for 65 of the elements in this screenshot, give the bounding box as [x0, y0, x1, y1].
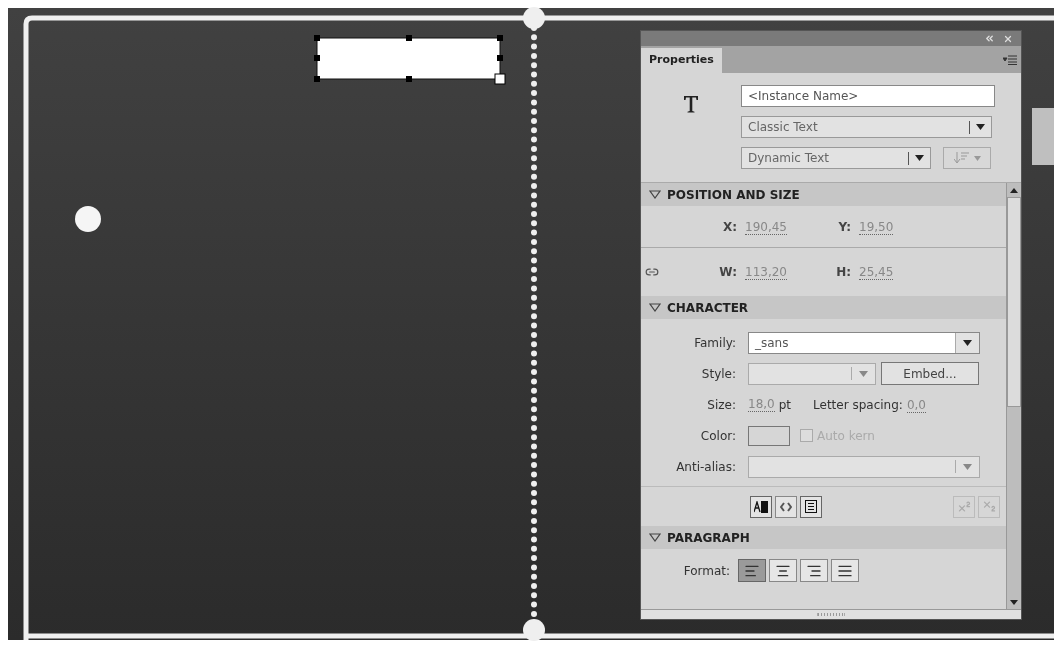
h-value[interactable]: 25,45 — [859, 265, 894, 280]
size-label: Size: — [706, 396, 736, 414]
section-title: POSITION AND SIZE — [667, 186, 800, 204]
section-title: PARAGRAPH — [667, 529, 750, 547]
collapse-triangle-icon[interactable] — [649, 533, 661, 542]
family-dropdown[interactable]: _sans — [748, 331, 980, 354]
border-button[interactable] — [800, 495, 822, 518]
y-value[interactable]: 19,50 — [859, 219, 894, 235]
align-button[interactable] — [831, 559, 859, 582]
caret-icon — [963, 463, 972, 470]
letter-spacing-value[interactable]: 0,0 — [906, 397, 926, 413]
collapse-triangle-icon[interactable] — [649, 190, 661, 199]
html-render-button[interactable] — [775, 495, 797, 518]
close-icon[interactable] — [1003, 33, 1013, 44]
align-button[interactable] — [800, 559, 828, 582]
scrollbar-thumb[interactable] — [1007, 197, 1021, 407]
w-label: W: — [718, 264, 737, 281]
size-value[interactable]: 18,0 — [748, 397, 775, 412]
text-engine-dropdown[interactable]: Classic Text — [741, 116, 992, 138]
format-label: Format: — [682, 562, 730, 580]
anti-alias-label: Anti-alias: — [675, 458, 736, 476]
family-label: Family: — [693, 334, 736, 352]
section-header[interactable]: PARAGRAPH — [641, 526, 1006, 549]
align-button[interactable] — [738, 559, 766, 582]
caret-icon — [859, 370, 868, 377]
scrollbar[interactable] — [1006, 183, 1021, 609]
color-label: Color: — [699, 427, 736, 445]
style-label: Style: — [700, 365, 736, 383]
superscript-icon — [956, 499, 972, 514]
collapse-panel-icon[interactable] — [984, 33, 995, 44]
scroll-down-icon[interactable] — [1010, 599, 1018, 605]
w-value[interactable]: 113,20 — [745, 265, 787, 280]
angle-brackets-icon — [780, 501, 792, 512]
selected-text-box[interactable] — [314, 35, 506, 85]
size-unit: pt — [778, 396, 792, 414]
h-label: H: — [835, 264, 851, 281]
subscript-icon — [981, 499, 997, 514]
section-header[interactable]: CHARACTER — [641, 296, 1006, 319]
panel-menu-icon[interactable] — [1003, 55, 1017, 65]
selectable-text-button[interactable] — [750, 495, 772, 518]
section-title: CHARACTER — [667, 299, 749, 317]
instance-name-field[interactable]: <Instance Name> — [741, 85, 995, 107]
caret-icon — [915, 155, 924, 161]
circle-shape — [75, 206, 101, 232]
color-swatch[interactable] — [748, 425, 790, 446]
resize-grip[interactable] — [641, 609, 1021, 619]
selectable-text-icon — [754, 500, 768, 513]
chain-link-icon[interactable] — [645, 265, 659, 279]
text-orientation-icon — [953, 152, 970, 164]
embed-button[interactable]: Embed... — [881, 362, 979, 385]
section-header[interactable]: POSITION AND SIZE — [641, 183, 1006, 206]
letter-spacing-label: Letter spacing: — [813, 396, 903, 414]
scroll-up-icon[interactable] — [1010, 187, 1018, 193]
x-label: X: — [721, 218, 737, 236]
text-tool-icon — [683, 95, 699, 113]
caret-icon — [963, 339, 972, 346]
x-value[interactable]: 190,45 — [745, 219, 787, 235]
align-button[interactable] — [769, 559, 797, 582]
y-label: Y: — [837, 218, 851, 236]
caret-icon — [976, 124, 985, 130]
caret-icon — [973, 155, 981, 161]
text-type-dropdown[interactable]: Dynamic Text — [741, 147, 931, 169]
properties-tab[interactable]: Properties — [641, 48, 722, 73]
collapse-triangle-icon[interactable] — [649, 303, 661, 312]
text-border-icon — [805, 500, 817, 513]
